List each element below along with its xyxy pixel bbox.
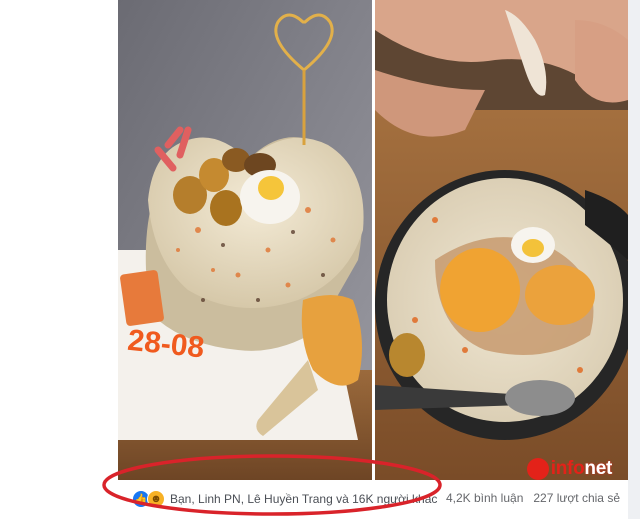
infonet-brand-alt: net (584, 458, 612, 479)
reactors-text[interactable]: Bạn, Linh PN, Lê Huyền Trang và 16K ngườ… (170, 492, 437, 506)
infonet-logo-icon (526, 458, 549, 480)
reaction-summary[interactable]: 👍 ☻ Bạn, Linh PN, Lê Huyền Trang và 16K … (132, 490, 437, 508)
post-card: 28-08 infonet 👍 ☻ Bạn, Linh PN, Lê Huyền… (118, 0, 628, 519)
infonet-watermark: infonet (526, 458, 613, 480)
infonet-brand-main: info (550, 458, 585, 479)
right-gutter (628, 0, 640, 519)
post-stats: 4,2K bình luận 227 lượt chia sẻ (446, 491, 620, 505)
infonet-brand: infonet (550, 458, 613, 480)
share-count-link[interactable]: 227 lượt chia sẻ (533, 491, 620, 505)
comment-count-link[interactable]: 4,2K bình luận (446, 491, 523, 505)
post-footer: 👍 ☻ Bạn, Linh PN, Lê Huyền Trang và 16K … (118, 480, 628, 519)
left-gutter (0, 0, 118, 519)
haha-icon: ☻ (147, 490, 165, 508)
cake-photo-svg: 28-08 (118, 0, 372, 480)
post-photo-cake[interactable]: 28-08 (118, 0, 372, 480)
pan-photo-svg (375, 0, 628, 480)
post-photo-pan[interactable]: infonet (375, 0, 628, 480)
